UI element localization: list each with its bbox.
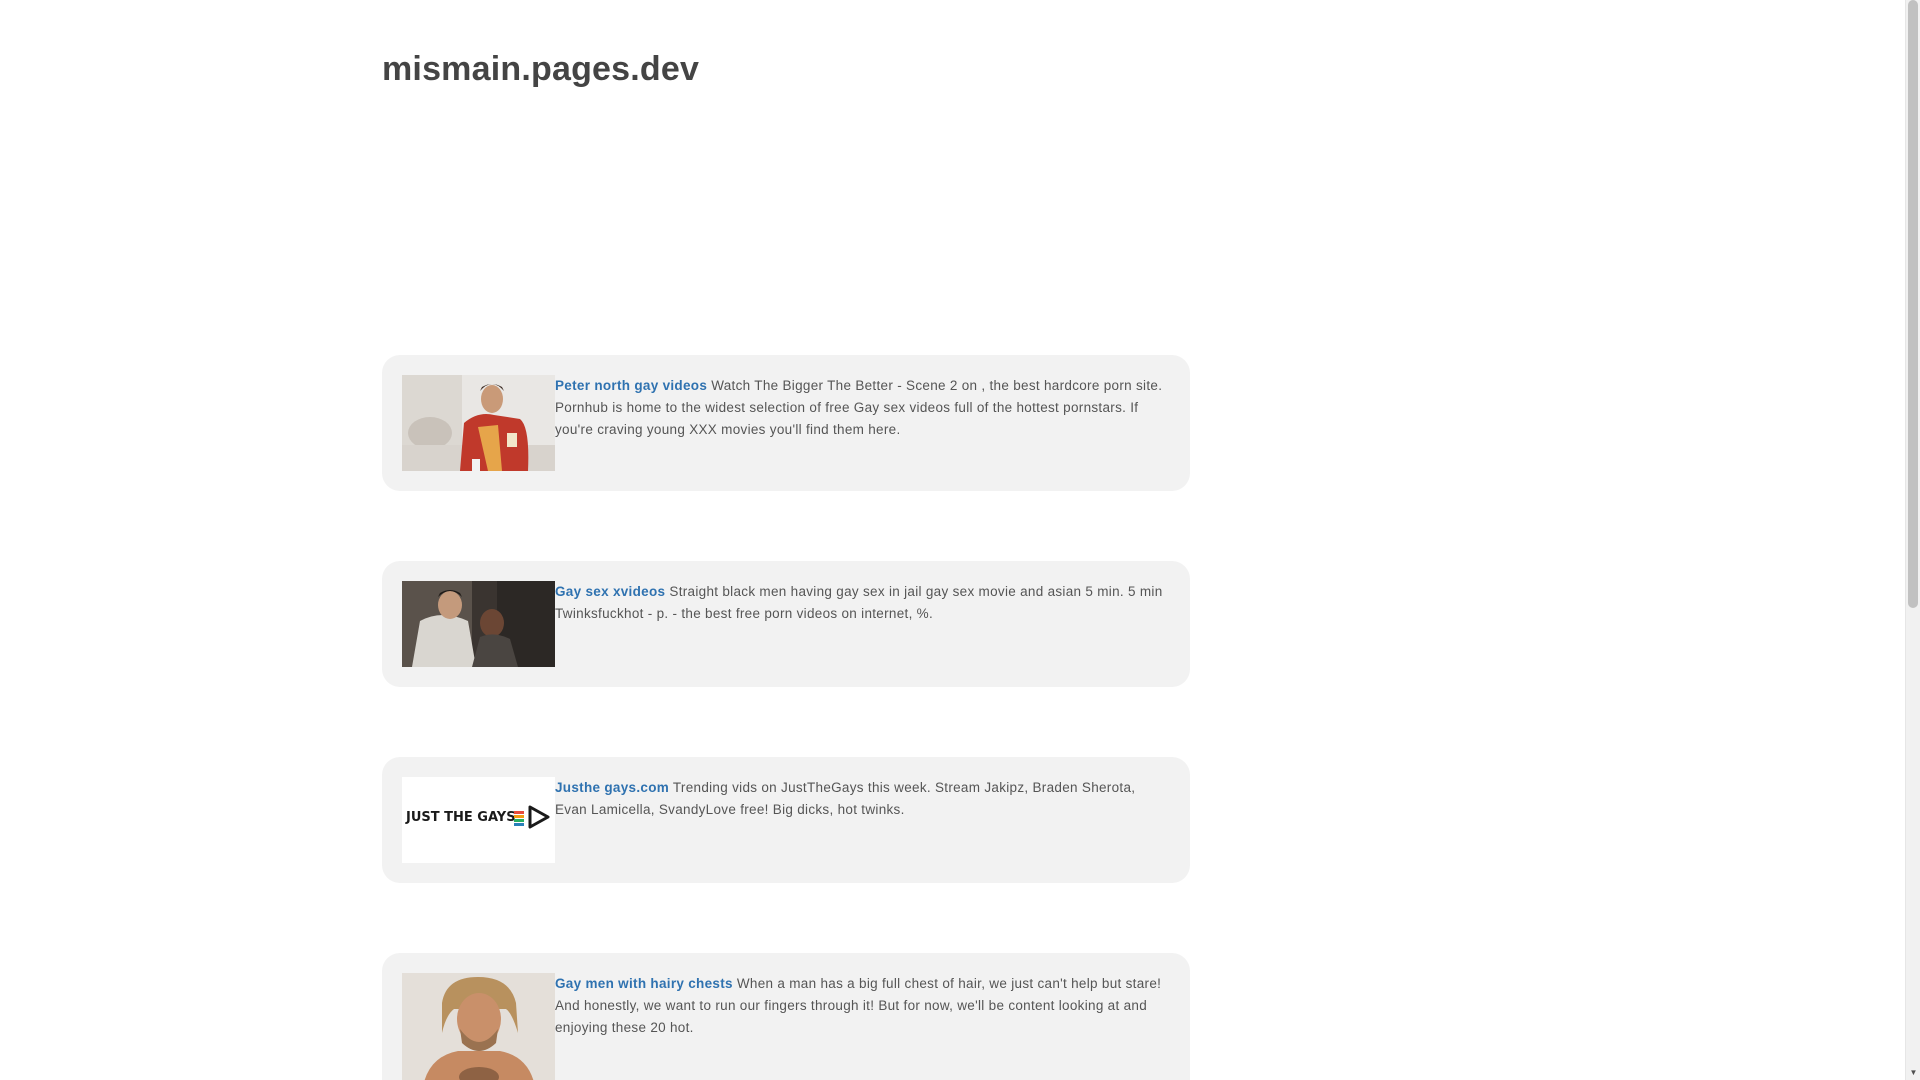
result-link[interactable]: Justhe gays.com xyxy=(555,780,669,795)
result-link[interactable]: Peter north gay videos xyxy=(555,378,707,393)
scroll-down-icon[interactable]: ▼ xyxy=(1906,1065,1920,1080)
logo-text: JUST THE GAYS xyxy=(405,810,516,825)
card-text: Gay men with hairy chests When a man has… xyxy=(555,973,1170,1039)
result-link[interactable]: Gay men with hairy chests xyxy=(555,976,733,991)
photo-thumbnail-icon[interactable] xyxy=(402,973,555,1080)
logo-thumbnail-icon[interactable]: JUST THE GAYS xyxy=(402,777,555,863)
result-card: JUST THE GAYS Justhe gays.com Trending v… xyxy=(382,757,1190,883)
scrollbar-thumb[interactable] xyxy=(1908,0,1918,608)
vertical-scrollbar[interactable]: ▲ ▼ xyxy=(1905,0,1920,1080)
main-content: mismain.pages.dev Peter north gay videos… xyxy=(382,0,1192,1080)
result-link[interactable]: Gay sex xvideos xyxy=(555,584,665,599)
card-text: Peter north gay videos Watch The Bigger … xyxy=(555,375,1170,441)
site-title: mismain.pages.dev xyxy=(382,50,700,88)
result-card: Peter north gay videos Watch The Bigger … xyxy=(382,355,1190,491)
card-text: Justhe gays.com Trending vids on JustThe… xyxy=(555,777,1170,821)
page: mismain.pages.dev Peter north gay videos… xyxy=(0,0,1920,1080)
photo-thumbnail-icon[interactable] xyxy=(402,375,555,471)
card-text: Gay sex xvideos Straight black men havin… xyxy=(555,581,1170,625)
result-card: Gay sex xvideos Straight black men havin… xyxy=(382,561,1190,687)
photo-thumbnail-icon[interactable] xyxy=(402,581,555,667)
result-card: Gay men with hairy chests When a man has… xyxy=(382,953,1190,1080)
